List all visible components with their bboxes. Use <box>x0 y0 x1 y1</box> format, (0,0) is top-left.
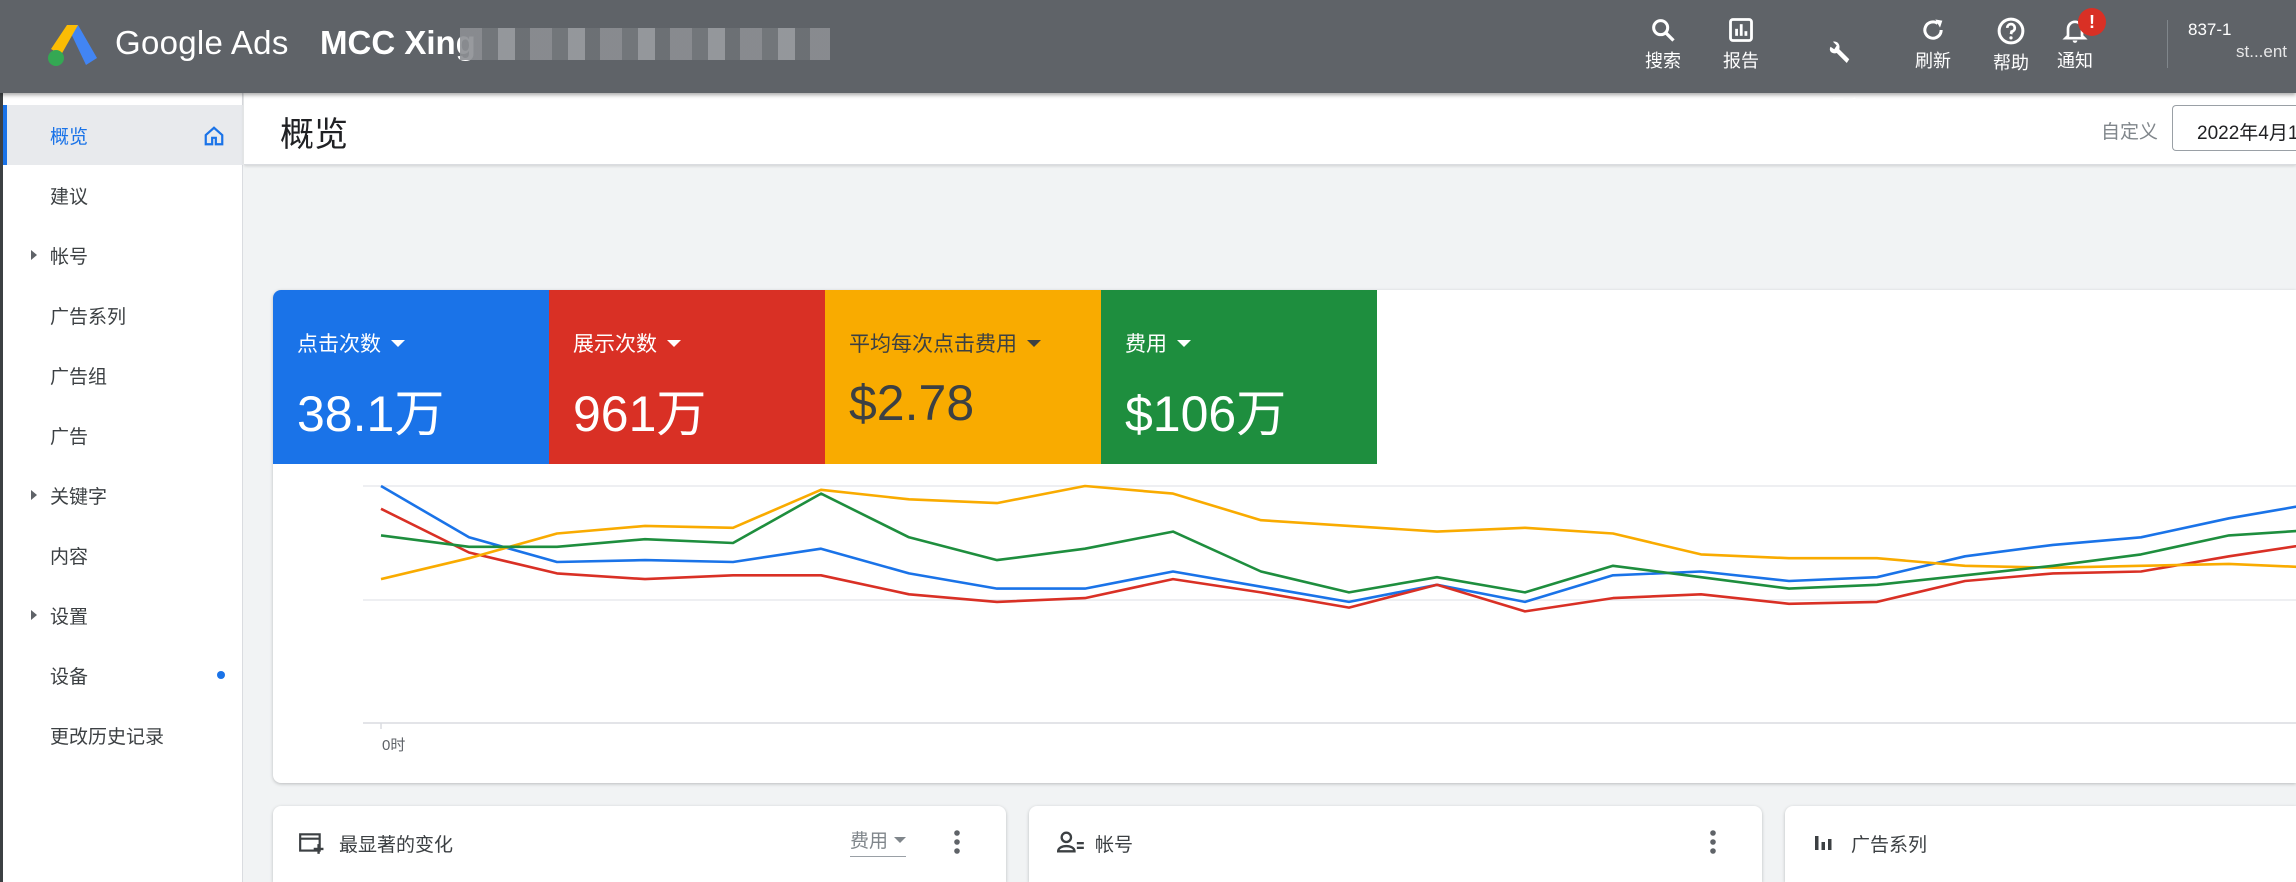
metric-value: $106万 <box>1125 386 1287 442</box>
series-line-3[interactable] <box>380 484 2296 581</box>
sidebar-item-content[interactable]: 内容 <box>3 525 243 585</box>
metric-value: $2.78 <box>849 375 975 431</box>
sidebar: 概览 建议 帐号 广告系列 广告组 广告 关键字 内容 设置 设备 更改历史记录 <box>0 93 243 882</box>
refresh-icon <box>1923 19 1943 40</box>
sidebar-item-change-history[interactable]: 更改历史记录 <box>3 705 243 765</box>
dropdown-caret-icon <box>667 339 681 347</box>
panel-campaigns: 广告系列 <box>1785 806 2296 882</box>
account-name[interactable]: MCC Xing <box>320 24 476 62</box>
bar-chart-icon <box>1815 836 1832 850</box>
top-header: Google Ads MCC Xing 搜索 报告 工具和 设置 刷新 帮助 通… <box>0 0 2296 139</box>
reports-button[interactable]: 报告 <box>1706 16 1776 72</box>
page-title: 概览 <box>280 116 348 154</box>
dropdown-caret-icon <box>391 339 405 347</box>
sidebar-item-label: 内容 <box>50 546 89 568</box>
search-label: 搜索 <box>1645 51 1681 71</box>
wrench-icon <box>1829 41 1850 63</box>
sidebar-item-label: 帐号 <box>50 246 89 268</box>
dropdown-caret-icon <box>1027 339 1041 347</box>
series-line-1[interactable] <box>380 484 2296 604</box>
sidebar-item-ad-groups[interactable]: 广告组 <box>3 345 243 405</box>
performance-line-chart[interactable]: 0时 <box>273 464 2296 783</box>
brand-name: Google Ads <box>115 24 289 61</box>
sidebar-item-devices[interactable]: 设备 <box>3 645 243 705</box>
add-window-icon <box>299 833 324 854</box>
panel-title: 帐号 <box>1095 835 1134 856</box>
header-divider <box>2167 20 2168 68</box>
expand-arrow-icon <box>31 250 37 260</box>
metric-label-text: 平均每次点击费用 <box>849 333 1017 356</box>
expand-arrow-icon <box>31 490 37 500</box>
metric-label: 展示次数 <box>573 328 825 358</box>
redacted-account-text <box>460 28 830 60</box>
sidebar-item-campaigns[interactable]: 广告系列 <box>3 285 243 345</box>
metric-label-text: 点击次数 <box>297 333 381 356</box>
metric-label-text: 费用 <box>1125 333 1167 356</box>
reports-icon <box>1729 18 1753 42</box>
sidebar-item-label: 设备 <box>50 666 89 688</box>
search-icon <box>1652 19 1675 42</box>
refresh-button[interactable]: 刷新 <box>1898 16 1968 72</box>
sidebar-item-label: 广告组 <box>50 366 108 388</box>
help-button[interactable]: 帮助 <box>1976 16 2046 74</box>
panel-title: 最显著的变化 <box>339 835 454 856</box>
metric-label: 点击次数 <box>297 328 549 358</box>
sidebar-item-label: 关键字 <box>50 486 108 508</box>
sidebar-item-accounts[interactable]: 帐号 <box>3 225 243 285</box>
metric-select[interactable]: 费用 <box>850 826 907 857</box>
sidebar-item-keywords[interactable]: 关键字 <box>3 465 243 525</box>
metric-value: 38.1万 <box>297 386 445 442</box>
new-indicator-dot <box>217 671 225 679</box>
dropdown-caret-icon <box>1177 339 1191 347</box>
refresh-label: 刷新 <box>1915 51 1951 71</box>
sidebar-item-settings[interactable]: 设置 <box>3 585 243 645</box>
metric-value: 961万 <box>573 386 707 442</box>
panel-biggest-changes: 最显著的变化 费用 <box>273 806 1006 882</box>
accounts-icon <box>1057 831 1084 853</box>
panel-accounts: 帐号 <box>1029 806 1762 882</box>
more-options-icon[interactable] <box>953 828 961 856</box>
customer-subtitle: st...ent <box>2236 42 2288 61</box>
sidebar-item-label: 更改历史记录 <box>50 726 165 748</box>
page-topbar: 概览 自定义 2022年4月1 <box>244 93 2296 165</box>
notifications-label: 通知 <box>2057 51 2093 71</box>
notification-badge: ! <box>2078 8 2106 36</box>
custom-label[interactable]: 自定义 <box>2101 117 2158 144</box>
sidebar-item-recommendations[interactable]: 建议 <box>3 165 243 225</box>
performance-card: 点击次数 38.1万 展示次数 961万 平均每次点击费用 $2.78 费用 $… <box>273 290 2296 783</box>
x-tick-label: 0时 <box>382 737 405 754</box>
metric-label: 费用 <box>1125 328 1377 358</box>
help-label: 帮助 <box>1993 53 2029 73</box>
reports-label: 报告 <box>1723 51 1759 71</box>
help-icon <box>1997 17 2025 45</box>
sidebar-item-label: 设置 <box>50 606 89 628</box>
metric-avg-cpc[interactable]: 平均每次点击费用 $2.78 <box>825 290 1101 464</box>
metric-select-value: 费用 <box>850 831 889 852</box>
metric-label: 平均每次点击费用 <box>849 328 1101 358</box>
metric-cost[interactable]: 费用 $106万 <box>1101 290 1377 464</box>
sidebar-item-label: 广告系列 <box>50 306 127 328</box>
dropdown-caret-icon <box>894 836 907 843</box>
metric-label-text: 展示次数 <box>573 333 657 356</box>
tools-settings-button[interactable]: 工具和 设置 <box>1803 16 1873 140</box>
tools-settings-label: 工具和 设置 <box>1811 97 1865 139</box>
sidebar-item-label: 建议 <box>50 186 89 208</box>
home-icon <box>204 126 224 146</box>
date-range-picker[interactable]: 2022年4月1 <box>2172 105 2296 151</box>
metric-impressions[interactable]: 展示次数 961万 <box>549 290 825 464</box>
sidebar-item-overview[interactable]: 概览 <box>3 105 243 165</box>
customer-id[interactable]: 837-1 <box>2188 20 2231 40</box>
search-button[interactable]: 搜索 <box>1628 16 1698 72</box>
sidebar-item-ads[interactable]: 广告 <box>3 405 243 465</box>
more-options-icon[interactable] <box>1709 828 1717 856</box>
panel-title: 广告系列 <box>1851 835 1928 856</box>
sidebar-item-label: 广告 <box>50 426 89 448</box>
sidebar-item-label: 概览 <box>50 126 89 148</box>
metric-clicks[interactable]: 点击次数 38.1万 <box>273 290 549 464</box>
series-layer <box>380 484 2296 613</box>
google-ads-logo[interactable] <box>47 22 99 68</box>
expand-arrow-icon <box>31 610 37 620</box>
